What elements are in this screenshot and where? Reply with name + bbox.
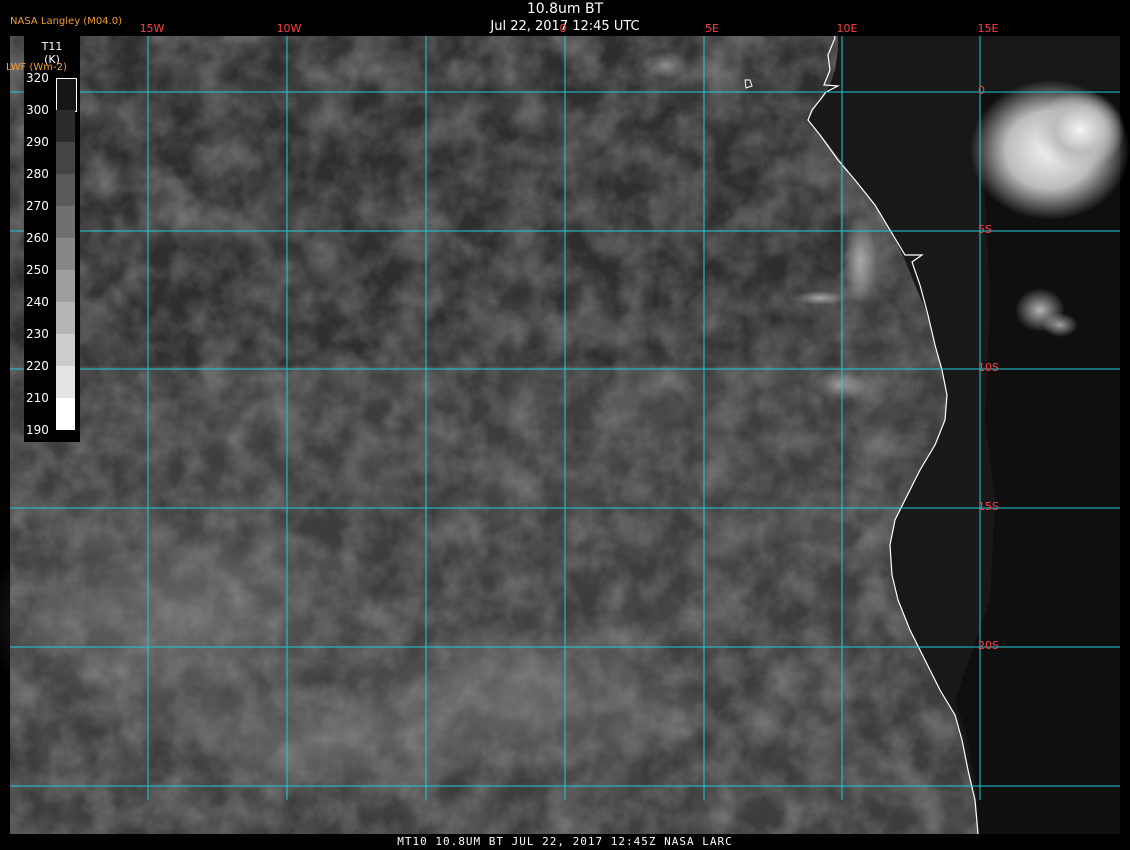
colorbar-tick-label: 280 xyxy=(26,167,49,181)
colorbar-tick-label: 320 xyxy=(26,71,49,85)
lat-label-15s: 15S xyxy=(978,500,999,513)
lat-label-0: 0 xyxy=(978,84,985,97)
colorbar-tick-label: 250 xyxy=(26,263,49,277)
lat-label-20s: 20S xyxy=(978,639,999,652)
lat-label-5s: 5S xyxy=(978,223,992,236)
colorbar-swatch xyxy=(56,366,75,398)
colorbar-swatch xyxy=(56,334,75,366)
colorbar-swatch xyxy=(56,206,75,238)
lon-label-0: 0 xyxy=(559,22,567,35)
colorbar-tick-label: 210 xyxy=(26,391,49,405)
footer-caption: MT10 10.8UM BT JUL 22, 2017 12:45Z NASA … xyxy=(397,835,733,848)
lat-label-10s: 10S xyxy=(978,361,999,374)
colorbar-tick-label: 270 xyxy=(26,199,49,213)
lon-label-5e: 5E xyxy=(705,22,719,35)
colorbar-tick-label: 220 xyxy=(26,359,49,373)
colorbar-swatch xyxy=(56,238,75,270)
colorbar-swatch xyxy=(56,398,75,430)
colorbar-tick-label: 190 xyxy=(26,423,49,437)
colorbar-swatch xyxy=(56,174,75,206)
colorbar-swatch xyxy=(56,110,75,142)
colorbar-swatch xyxy=(56,270,75,302)
colorbar-swatch xyxy=(56,142,75,174)
lon-label-10w: 10W xyxy=(276,22,302,35)
colorbar-title: T11 xyxy=(41,40,63,53)
lon-label-15w: 15W xyxy=(139,22,165,35)
colorbar-tick-label: 300 xyxy=(26,103,49,117)
satellite-map xyxy=(0,4,1130,835)
image-title: 10.8um BT xyxy=(526,1,604,17)
colorbar-tick-label: 290 xyxy=(26,135,49,149)
lon-label-15e: 15E xyxy=(977,22,999,35)
colorbar-swatch xyxy=(56,302,75,334)
colorbar-tick-label: 240 xyxy=(26,295,49,309)
colorbar-swatch xyxy=(56,78,77,112)
credit-label: NASA Langley (M04.0) xyxy=(10,16,122,27)
colorbar-tick-label: 230 xyxy=(26,327,49,341)
lon-label-10e: 10E xyxy=(836,22,858,35)
colorbar-tick-label: 260 xyxy=(26,231,49,245)
